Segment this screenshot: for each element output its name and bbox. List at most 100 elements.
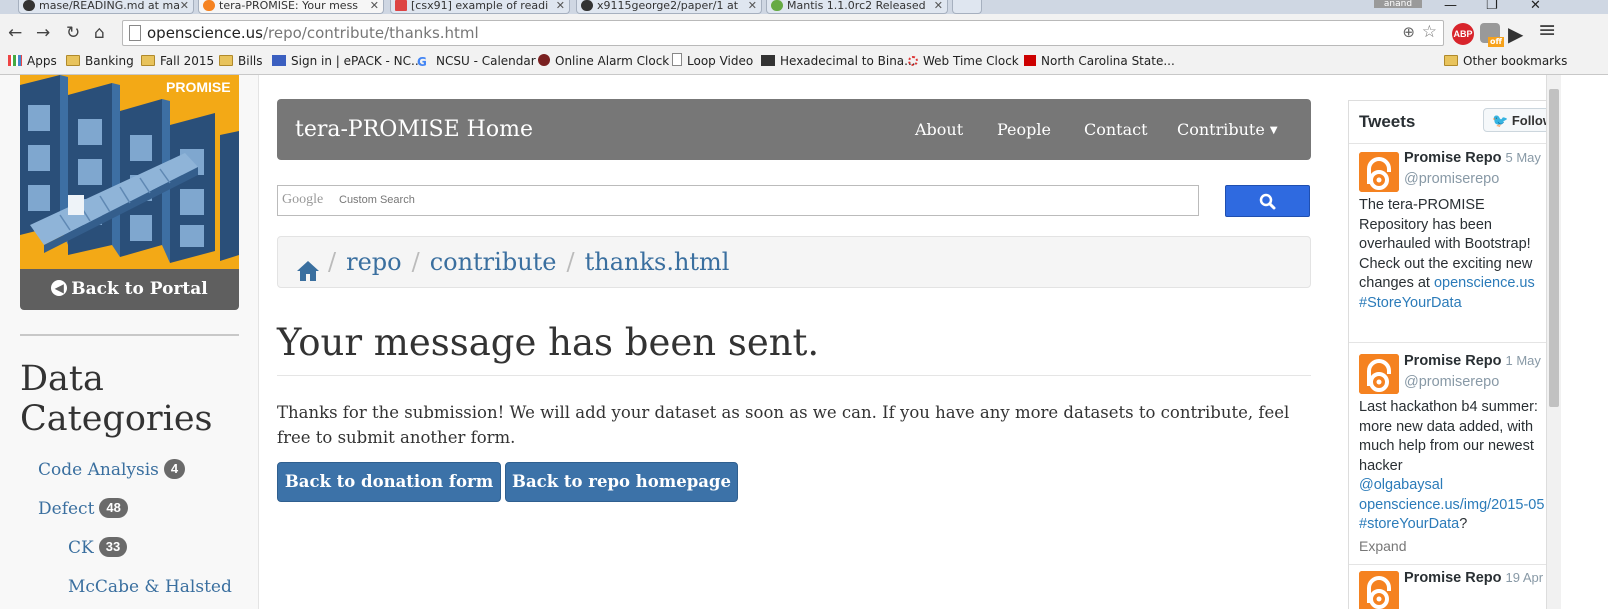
back-arrow-icon[interactable]: ← (8, 22, 22, 44)
minimize-icon[interactable]: — (1444, 0, 1457, 12)
breadcrumb-repo[interactable]: repo (346, 248, 402, 276)
bookmark-fall-2015[interactable]: Fall 2015 (141, 53, 214, 69)
search-button[interactable] (1225, 185, 1310, 217)
url-host: openscience.us (147, 24, 263, 42)
mantis-icon (771, 0, 783, 11)
tab-close-icon[interactable]: ✕ (748, 0, 757, 12)
url-path: /repo/contribute/thanks.html (262, 24, 479, 42)
tweet-date[interactable]: 19 Apr (1506, 570, 1544, 585)
promise-label: PROMISE (166, 79, 231, 95)
tab-title: Mantis 1.1.0rc2 Released (787, 0, 926, 12)
menu-hamburger-icon[interactable]: ≡ (1538, 19, 1556, 43)
bookmark-ncstate[interactable]: North Carolina State... (1024, 53, 1175, 69)
bookmark-epack[interactable]: Sign in | ePACK - NC... (272, 53, 422, 69)
brand-link[interactable]: tera-PROMISE Home (295, 99, 533, 160)
extension-off-badge: off (1488, 37, 1504, 47)
tab-mantis[interactable]: Mantis 1.1.0rc2 Released ✕ (766, 0, 948, 14)
bookmark-star-icon[interactable]: ☆ (1422, 22, 1437, 42)
nav-contribute-dropdown[interactable]: Contribute ▼ (1177, 99, 1278, 161)
page-scrollbar[interactable] (1546, 75, 1561, 609)
back-to-repo-homepage-button[interactable]: Back to repo homepage (505, 462, 738, 502)
tweet-text: The tera-PROMISE Repository has been ove… (1359, 196, 1545, 313)
user-profile-badge[interactable]: anand (1374, 0, 1422, 9)
tab-close-icon[interactable]: ✕ (180, 0, 189, 12)
nav-contact[interactable]: Contact (1084, 99, 1148, 160)
scrollbar-thumb[interactable] (1549, 89, 1559, 407)
address-bar[interactable]: openscience.us/repo/contribute/thanks.ht… (122, 20, 1444, 46)
tweet-hashtag[interactable]: #StoreYourData (1359, 295, 1462, 311)
search-input[interactable]: Google Custom Search (277, 185, 1199, 216)
new-tab-button[interactable] (952, 0, 982, 14)
bookmark-banking[interactable]: Banking (66, 53, 134, 69)
zoom-icon[interactable]: ⊕ (1402, 23, 1415, 41)
sidebar-divider (20, 334, 239, 336)
tab-x9115george2[interactable]: x9115george2/paper/1 at ✕ (576, 0, 762, 14)
nav-about[interactable]: About (915, 99, 963, 160)
bookmark-apps[interactable]: Apps (8, 53, 57, 69)
page-icon (129, 25, 141, 41)
adblock-extension-icon[interactable]: ABP (1452, 23, 1474, 45)
tab-tera-promise[interactable]: tera-PROMISE: Your mess ✕ (198, 0, 384, 14)
main-navbar: tera-PROMISE Home About People Contact C… (277, 99, 1311, 160)
other-bookmarks[interactable]: Other bookmarks (1444, 53, 1567, 69)
reload-icon[interactable]: ↻ (66, 22, 80, 44)
nav-people[interactable]: People (997, 99, 1051, 160)
bookmark-hex-binary[interactable]: Hexadecimal to Bina... (761, 53, 916, 69)
tweet-link[interactable]: openscience.us/img/2015-05 (1359, 497, 1544, 513)
back-to-portal-button[interactable]: ◀ Back to Portal (20, 269, 239, 310)
promise-portal-image[interactable]: PROMISE (20, 75, 239, 269)
tweet-author[interactable]: Promise Repo 1 May (1404, 353, 1541, 369)
promise-avatar-icon[interactable] (1359, 571, 1399, 609)
tweet-mention[interactable]: @olgabaysal (1359, 477, 1443, 493)
category-label: McCabe & Halsted (68, 577, 232, 597)
twitter-bird-icon: 🐦 (1492, 113, 1509, 128)
gmail-icon (395, 0, 407, 11)
category-mccabe-halsted[interactable]: McCabe & Halsted (68, 575, 232, 599)
breadcrumb-contribute[interactable]: contribute (430, 248, 557, 276)
data-categories-heading: Data Categories (20, 359, 213, 439)
breadcrumb-home-icon[interactable] (296, 249, 320, 299)
bookmark-ncsu-calendar[interactable]: G NCSU - Calendar (417, 53, 536, 69)
bing-extension-icon[interactable]: ▶ (1508, 22, 1523, 46)
category-code-analysis[interactable]: Code Analysis 4 (38, 458, 186, 482)
tab-close-icon[interactable]: ✕ (934, 0, 943, 12)
tweet-punctuation: ? (1459, 516, 1468, 532)
url-text[interactable]: openscience.us/repo/contribute/thanks.ht… (147, 24, 479, 42)
bookmark-web-time-clock[interactable]: Web Time Clock (908, 53, 1019, 69)
bookmark-loop-video[interactable]: Loop Video (672, 53, 753, 69)
tab-csx91[interactable]: [csx91] example of readi ✕ (390, 0, 570, 14)
category-label: Defect (38, 499, 95, 519)
tweet-expand-link[interactable]: Expand (1359, 538, 1406, 554)
bookmark-alarm-clock[interactable]: Online Alarm Clock (538, 53, 669, 69)
page-viewport: PROMISE ◀ Back to Portal Data Categories … (0, 75, 1608, 609)
promise-avatar-icon[interactable] (1359, 354, 1399, 394)
restore-icon[interactable]: ❐ (1486, 0, 1498, 12)
close-window-icon[interactable]: ✕ (1530, 0, 1541, 12)
category-defect[interactable]: Defect 48 (38, 497, 128, 521)
github-icon (23, 0, 35, 11)
hex-icon (761, 55, 775, 66)
follow-button[interactable]: 🐦 Follow (1483, 108, 1547, 132)
tab-mase-reading[interactable]: mase/READING.md at ma ✕ (18, 0, 194, 14)
tweet-hashtag[interactable]: #storeYourData (1359, 516, 1459, 532)
bookmark-label: Banking (85, 54, 134, 68)
tweet-body: Last hackathon b4 summer: more new data … (1359, 399, 1538, 474)
tweet-author[interactable]: Promise Repo 5 May (1404, 150, 1541, 166)
bookmark-bills[interactable]: Bills (219, 53, 263, 69)
tab-close-icon[interactable]: ✕ (370, 0, 379, 12)
tab-close-icon[interactable]: ✕ (556, 0, 565, 12)
home-icon[interactable]: ⌂ (94, 22, 105, 44)
tweet-date[interactable]: 5 May (1506, 150, 1541, 165)
tweet-author[interactable]: Promise Repo 19 Apr (1404, 570, 1543, 586)
breadcrumb-thanks[interactable]: thanks.html (585, 248, 730, 276)
tweet-link[interactable]: openscience.us (1434, 275, 1535, 291)
tweet-handle[interactable]: @promiserepo (1404, 374, 1499, 390)
tweet-date[interactable]: 1 May (1506, 353, 1541, 368)
promise-avatar-icon[interactable] (1359, 152, 1399, 192)
github-icon (581, 0, 593, 11)
breadcrumb-separator: / (328, 248, 337, 276)
forward-arrow-icon[interactable]: → (36, 22, 50, 44)
category-ck[interactable]: CK 33 (68, 536, 128, 560)
tweet-handle[interactable]: @promiserepo (1404, 171, 1499, 187)
back-to-donation-form-button[interactable]: Back to donation form (277, 462, 501, 502)
